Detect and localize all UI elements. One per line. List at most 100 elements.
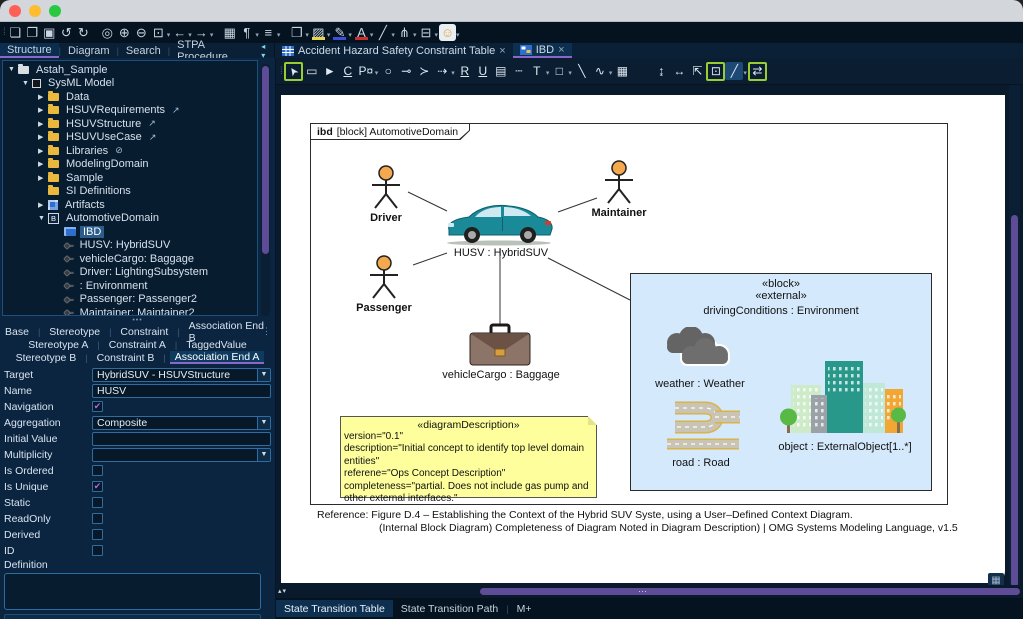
static-checkbox[interactable] (92, 497, 103, 508)
frame-point-icon[interactable]: ⊡ (706, 62, 725, 81)
emoji-icon[interactable]: ☺ (439, 24, 456, 41)
usage-tool-icon[interactable]: U (474, 62, 492, 80)
scrollbar-handle-icon[interactable]: ⋯ (638, 586, 647, 597)
close-tab-icon[interactable]: × (558, 44, 564, 56)
tab-constraint-b[interactable]: Constraint B (92, 351, 160, 364)
required-interface-tool-icon[interactable]: ≻ (415, 62, 433, 80)
expand-arrow-icon[interactable]: ▼ (22, 80, 32, 87)
expand-arrow-icon[interactable]: ▼ (8, 66, 18, 73)
target-select[interactable]: HybridSUV - HSUVStructure▼ (92, 368, 271, 382)
image-tool-icon[interactable]: ▦ (613, 62, 631, 80)
redo-icon[interactable]: ↻ (75, 24, 92, 41)
tree-scrollbar[interactable] (261, 64, 270, 316)
circle-node-tool-icon[interactable]: ○ (379, 62, 397, 80)
tab-search[interactable]: Search (119, 43, 168, 58)
dropdown-caret-icon[interactable]: ▾ (375, 69, 379, 77)
scrollbar-thumb[interactable] (480, 588, 1020, 595)
scrollbar-thumb[interactable] (262, 66, 269, 254)
is-unique-checkbox[interactable] (92, 481, 103, 492)
layout-icon[interactable]: ⊟ (417, 24, 434, 41)
chevron-down-icon[interactable]: ▼ (257, 369, 270, 381)
minimize-window-icon[interactable] (29, 5, 41, 17)
panel-menu-icon[interactable]: ⋮ (262, 326, 271, 337)
realization-tool-icon[interactable]: R (456, 62, 474, 80)
actor-maintainer[interactable]: Maintainer (587, 160, 651, 219)
tab-accident-hazard-table[interactable]: Accident Hazard Safety Constraint Table … (275, 43, 513, 58)
zoom-out-icon[interactable]: ⊖ (133, 24, 150, 41)
scrollbar-thumb[interactable] (1011, 215, 1018, 587)
road-image[interactable] (665, 399, 741, 451)
tree-item[interactable]: SI Definitions (3, 185, 257, 199)
dropdown-caret-icon[interactable]: ▾ (451, 69, 455, 77)
scroll-arrows-icon[interactable]: ▴▾ (278, 587, 287, 595)
close-window-icon[interactable] (9, 5, 21, 17)
tab-association-end-a[interactable]: Association End A (170, 351, 265, 364)
pen-color-icon[interactable]: ✎ (331, 24, 348, 41)
diagram-canvas[interactable]: ibd [block] AutomotiveDomain (276, 85, 1023, 592)
new-file-icon[interactable]: ❏ (7, 24, 24, 41)
tab-taggedvalue[interactable]: TaggedValue (181, 338, 252, 351)
tab-stereotype-a[interactable]: Stereotype A (23, 338, 93, 351)
tree-item[interactable]: ▶Sample (3, 171, 257, 185)
dropdown-caret-icon[interactable]: ▾ (255, 31, 259, 39)
tab-state-transition-table[interactable]: State Transition Table (276, 600, 393, 617)
canvas-vertical-scrollbar[interactable] (1009, 85, 1020, 592)
tree-item[interactable]: ▶Libraries⊘ (3, 144, 257, 158)
chevron-down-icon[interactable]: ▼ (257, 449, 270, 461)
tree-item[interactable]: ▶HSUVRequirements↗ (3, 104, 257, 118)
rect-tool-icon[interactable]: □ (550, 62, 568, 80)
expand-arrow-icon[interactable]: ▶ (38, 93, 48, 101)
expand-arrow-icon[interactable]: ▶ (38, 133, 48, 141)
tab-ibd[interactable]: IBD × (513, 43, 572, 58)
dropdown-caret-icon[interactable]: ▾ (327, 31, 331, 39)
car-image[interactable] (441, 197, 559, 247)
chevron-down-icon[interactable]: ▼ (257, 417, 270, 429)
provided-interface-tool-icon[interactable]: ⊸ (397, 62, 415, 80)
dropdown-caret-icon[interactable]: ▾ (609, 69, 613, 77)
dropdown-caret-icon[interactable]: ▾ (370, 31, 374, 39)
anchor-tool-icon[interactable]: ┄ (510, 62, 528, 80)
tree-item[interactable]: ◆‒Passenger: Passenger2 (3, 293, 257, 307)
diagram-page[interactable]: ibd [block] AutomotiveDomain (281, 95, 1005, 583)
expand-arrow-icon[interactable]: ▶ (38, 147, 48, 155)
tab-state-transition-path[interactable]: State Transition Path (393, 600, 506, 617)
note-tool-icon[interactable]: ▤ (492, 62, 510, 80)
dropdown-caret-icon[interactable]: ▾ (210, 31, 214, 39)
tab-structure[interactable]: Structure (0, 43, 59, 58)
save-icon[interactable]: ▣ (41, 24, 58, 41)
align-icon[interactable]: ≡ (260, 24, 277, 41)
dropdown-caret-icon[interactable]: ▾ (456, 31, 460, 39)
dropdown-caret-icon[interactable]: ▾ (167, 31, 171, 39)
dropdown-caret-icon[interactable]: ▾ (413, 31, 417, 39)
briefcase-image[interactable] (469, 323, 531, 367)
maximize-window-icon[interactable] (49, 5, 61, 17)
readonly-checkbox[interactable] (92, 513, 103, 524)
tab-base[interactable]: Base (0, 325, 34, 338)
initial-value-field[interactable] (92, 432, 271, 446)
line-tool-icon[interactable]: ╲ (573, 62, 591, 80)
tab-constraint[interactable]: Constraint (115, 325, 173, 338)
zoom-tool-icon[interactable]: ◎ (99, 24, 116, 41)
swap-ends-icon[interactable]: ⇄ (748, 62, 767, 81)
is-ordered-checkbox[interactable] (92, 465, 103, 476)
font-color-icon[interactable]: A (353, 24, 370, 41)
tree-item[interactable]: ◆‒Maintainer: Maintainer2 (3, 306, 257, 316)
dropdown-caret-icon[interactable]: ▾ (277, 31, 281, 39)
close-tab-icon[interactable]: × (499, 45, 505, 57)
tree-item[interactable]: ▶HSUVUseCase↗ (3, 131, 257, 145)
derived-checkbox[interactable] (92, 529, 103, 540)
zoom-in-icon[interactable]: ⊕ (116, 24, 133, 41)
tree-item[interactable]: ◆‒Driver: LightingSubsystem (3, 266, 257, 280)
port-tool-icon[interactable]: P¤ (357, 62, 375, 80)
open-folder-icon[interactable]: ❐ (24, 24, 41, 41)
id-checkbox[interactable] (92, 545, 103, 556)
tree-item[interactable]: ▶Artifacts (3, 198, 257, 212)
expand-arrow-icon[interactable]: ▶ (38, 120, 48, 128)
tab-constraint-a[interactable]: Constraint A (104, 338, 171, 351)
curve-tool-icon[interactable]: ∿ (591, 62, 609, 80)
tree-item[interactable]: ◆‒HUSV: HybridSUV (3, 239, 257, 253)
tree-item[interactable]: IBD (3, 225, 257, 239)
line-style-icon[interactable]: ╱ (374, 24, 391, 41)
dropdown-caret-icon[interactable]: ▾ (546, 69, 550, 77)
dependency-tool-icon[interactable]: ⇢ (433, 62, 451, 80)
